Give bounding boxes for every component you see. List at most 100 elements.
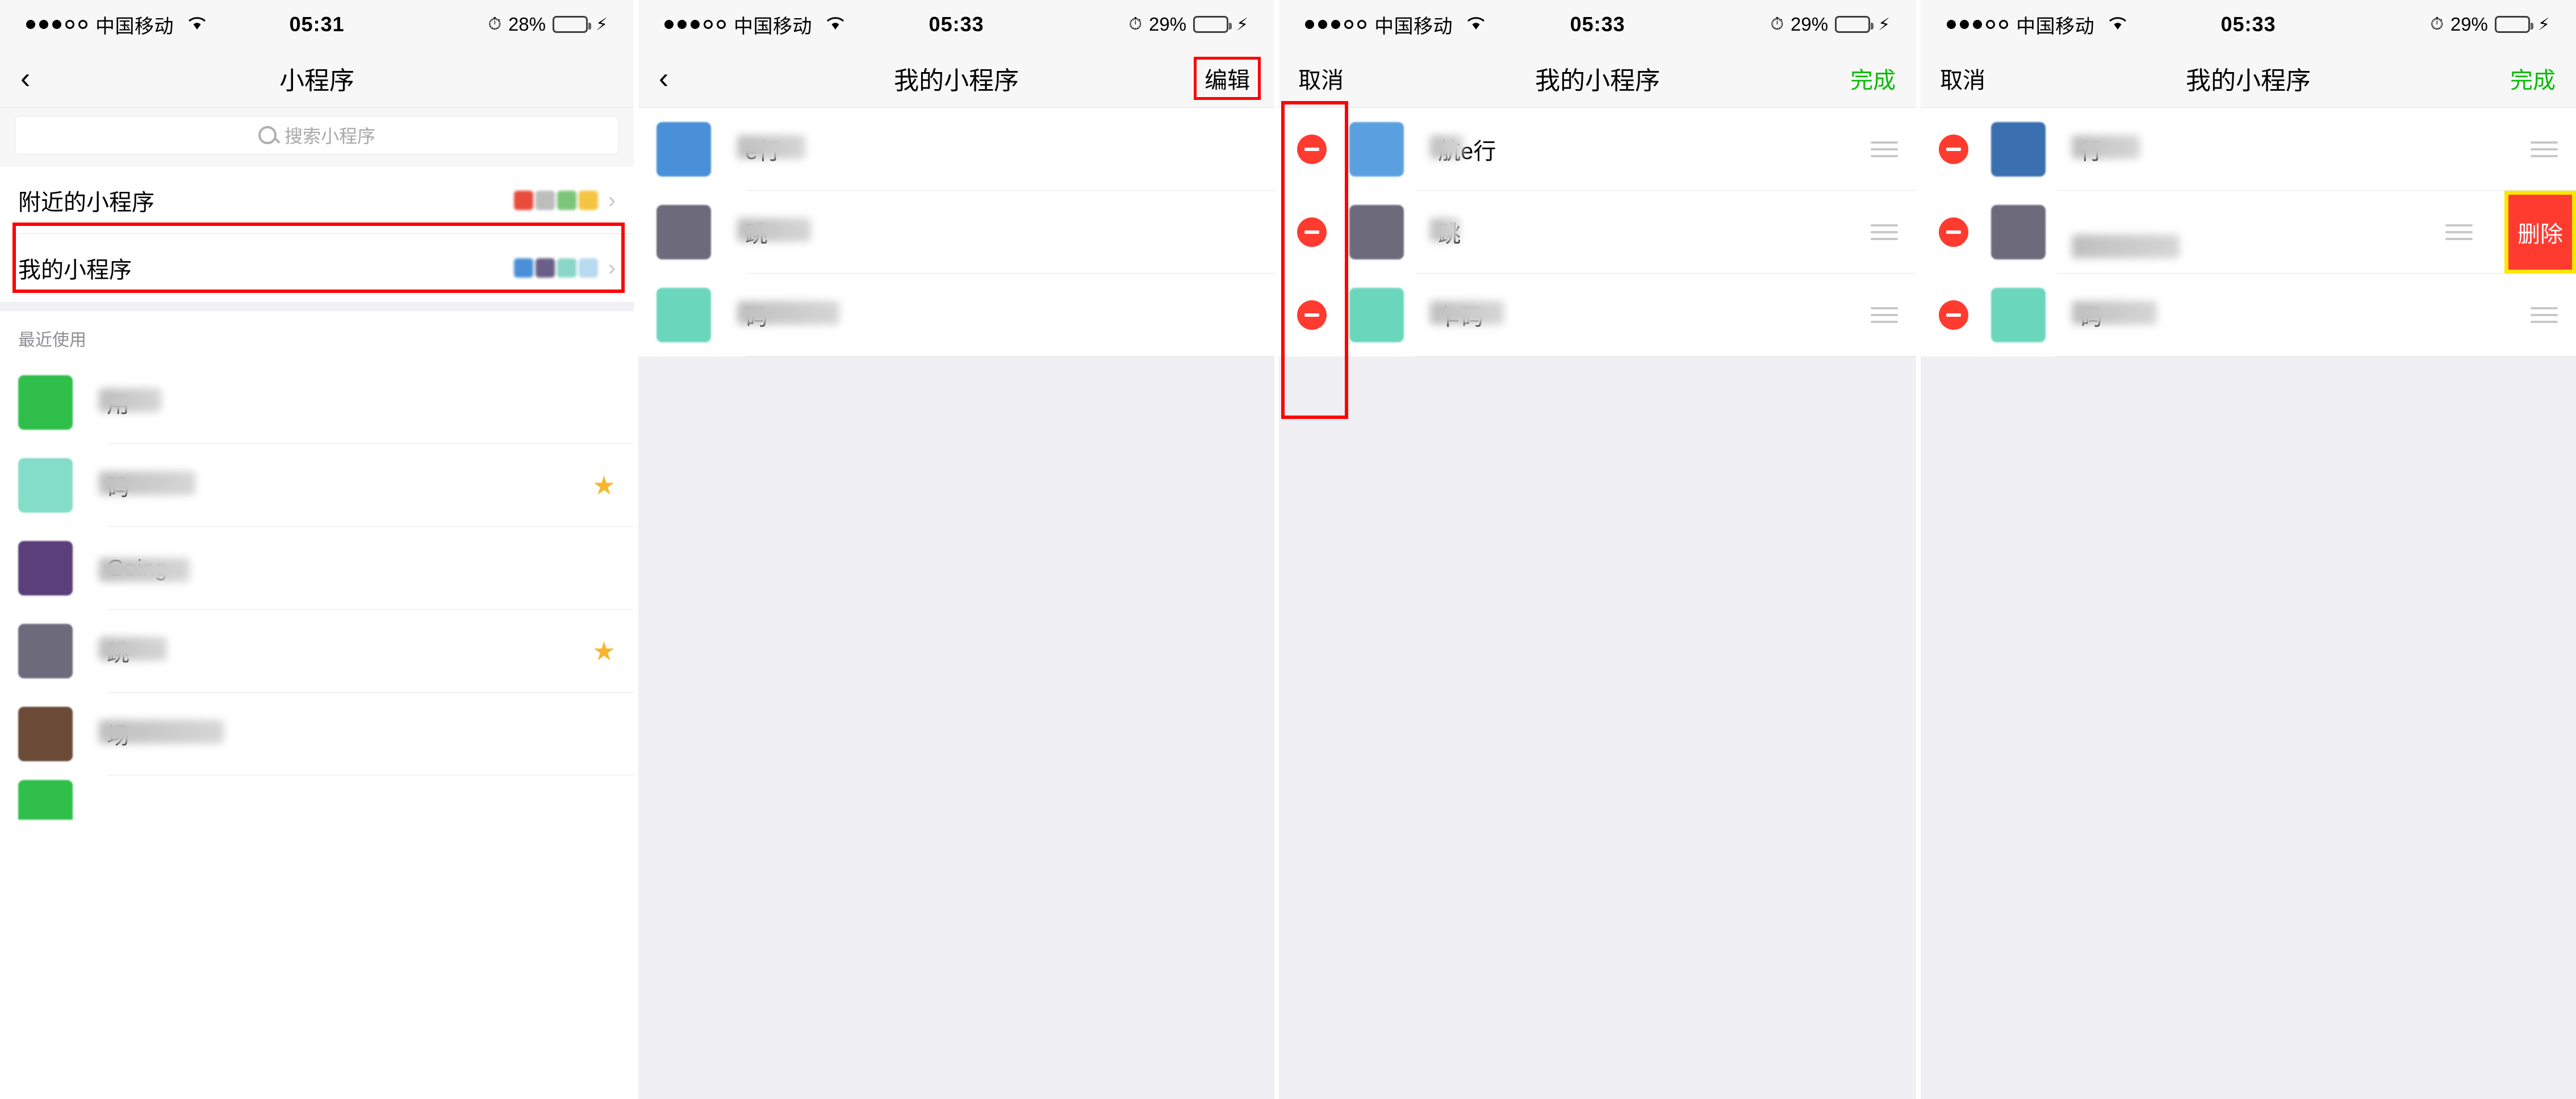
- lightning-icon: ⚡: [2537, 15, 2550, 34]
- done-button[interactable]: 完成: [1850, 62, 1916, 95]
- app-name: 跳: [99, 635, 167, 668]
- panel-myapps-edit: 中国移动 05:33 ⏱ 29% ⚡ 取消 我的小程序 完成 航e行: [1279, 0, 1917, 1099]
- wifi-icon: [2108, 14, 2127, 36]
- list-item[interactable]: Going: [0, 527, 634, 610]
- list-item[interactable]: 跳 ★: [0, 610, 634, 693]
- status-right: ⏱ 29% ⚡: [1129, 14, 1249, 35]
- carrier-label: 中国移动: [95, 15, 174, 37]
- wifi-icon: [1466, 14, 1486, 36]
- thumbnail-stack: [513, 191, 598, 210]
- done-button[interactable]: 完成: [2510, 62, 2576, 95]
- panel-body: 航e行 跳 乍码: [1279, 108, 1917, 1099]
- status-bar: 中国移动 05:33 ⏱ 29% ⚡: [1279, 0, 1917, 49]
- app-name: 乍码: [1430, 299, 1504, 332]
- app-name: 跳: [737, 216, 812, 249]
- signal-dots-icon: [664, 20, 726, 29]
- battery-percent: 29%: [1791, 14, 1829, 35]
- carrier-label: 中国移动: [734, 15, 813, 37]
- entry-nearby-apps[interactable]: 附近的小程序 ›: [0, 167, 634, 234]
- entry-right: ›: [513, 255, 616, 281]
- entry-my-apps[interactable]: 我的小程序 ›: [0, 234, 634, 302]
- table-row[interactable]: 码: [1921, 274, 2576, 356]
- panel-body: e行 跳 码: [638, 108, 1275, 1099]
- recent-section-title: 最近使用: [0, 311, 634, 361]
- list-item[interactable]: [0, 775, 634, 824]
- alarm-icon: ⏱: [1128, 15, 1142, 33]
- list-item[interactable]: 跳: [638, 191, 1275, 274]
- minus-circle-icon[interactable]: [1939, 135, 1969, 164]
- search-area: 搜索小程序: [0, 108, 634, 167]
- app-name: 跳: [1430, 216, 1461, 249]
- app-icon: [18, 375, 73, 430]
- table-row[interactable]: 乍码: [1279, 274, 1917, 356]
- star-icon[interactable]: ★: [592, 636, 616, 666]
- drag-handle-icon[interactable]: [2445, 224, 2473, 240]
- minus-circle-icon[interactable]: [1297, 300, 1327, 330]
- panel-body: 行 删除 码: [1921, 108, 2576, 1099]
- app-name: 用: [99, 386, 161, 419]
- table-row[interactable]: 删除: [1921, 191, 2576, 274]
- drag-handle-icon[interactable]: [1871, 224, 1898, 240]
- search-placeholder: 搜索小程序: [285, 126, 376, 146]
- app-name: 码: [737, 299, 840, 332]
- status-bar: 中国移动 05:33 ⏱ 29% ⚡: [1921, 0, 2576, 49]
- alarm-icon: ⏱: [488, 15, 501, 33]
- list-item[interactable]: 码: [638, 274, 1275, 356]
- panel-myapps-view: 中国移动 05:33 ⏱ 29% ⚡ ‹ 我的小程序 编辑 e行: [638, 0, 1275, 1099]
- app-icon: [18, 624, 73, 678]
- minus-circle-icon[interactable]: [1939, 217, 1969, 247]
- carrier-label: 中国移动: [1374, 15, 1453, 37]
- drag-handle-icon[interactable]: [1871, 307, 1898, 323]
- app-icon: [656, 205, 712, 259]
- status-left: 中国移动: [664, 11, 845, 39]
- nav-bar: ‹ 我的小程序 编辑: [638, 49, 1275, 108]
- signal-dots-icon: [26, 20, 87, 29]
- lightning-icon: ⚡: [1236, 15, 1249, 34]
- drag-handle-icon[interactable]: [2530, 307, 2558, 323]
- app-icon: [656, 122, 712, 177]
- table-row[interactable]: 跳: [1279, 191, 1917, 274]
- list-item[interactable]: 用: [0, 361, 634, 444]
- list-item[interactable]: e行: [638, 108, 1275, 191]
- minus-circle-icon[interactable]: [1297, 217, 1327, 247]
- empty-area: [638, 356, 1275, 1099]
- entry-label: 我的小程序: [18, 258, 132, 283]
- page-title: 我的小程序: [2186, 66, 2311, 95]
- app-icon: [18, 458, 73, 513]
- drag-handle-icon[interactable]: [1871, 141, 1898, 157]
- star-icon[interactable]: ★: [592, 470, 616, 501]
- entry-right: ›: [513, 188, 616, 213]
- battery-icon: [2494, 16, 2533, 33]
- entry-label: 附近的小程序: [18, 190, 154, 215]
- drag-handle-icon[interactable]: [2530, 141, 2558, 157]
- app-name: 行: [2072, 133, 2140, 166]
- edit-button[interactable]: 编辑: [1194, 56, 1261, 100]
- wifi-icon: [826, 14, 845, 36]
- empty-area: [1921, 356, 2576, 1099]
- status-left: 中国移动: [26, 11, 207, 39]
- table-row[interactable]: 行: [1921, 108, 2576, 191]
- signal-dots-icon: [1305, 20, 1367, 29]
- minus-circle-icon[interactable]: [1297, 135, 1327, 164]
- minus-circle-icon[interactable]: [1939, 300, 1969, 330]
- table-row[interactable]: 航e行: [1279, 108, 1917, 191]
- lightning-icon: ⚡: [596, 15, 608, 34]
- carrier-label: 中国移动: [2016, 15, 2095, 37]
- battery-icon: [553, 16, 592, 33]
- wifi-icon: [187, 14, 207, 36]
- search-input[interactable]: 搜索小程序: [15, 116, 620, 154]
- nav-bar: 取消 我的小程序 完成: [1921, 49, 2576, 108]
- lightning-icon: ⚡: [1878, 15, 1891, 34]
- battery-icon: [1835, 16, 1874, 33]
- page-title: 小程序: [279, 66, 355, 95]
- app-icon: [1991, 122, 2046, 177]
- app-name: 码: [2072, 299, 2157, 332]
- app-name: 码: [99, 469, 195, 502]
- battery-icon: [1193, 16, 1232, 33]
- list-item[interactable]: 码 ★: [0, 444, 634, 527]
- page-title: 我的小程序: [894, 66, 1019, 95]
- list-item[interactable]: 场: [0, 693, 634, 775]
- delete-button[interactable]: 删除: [2504, 191, 2576, 274]
- status-left: 中国移动: [1305, 11, 1486, 39]
- app-icon: [18, 780, 73, 820]
